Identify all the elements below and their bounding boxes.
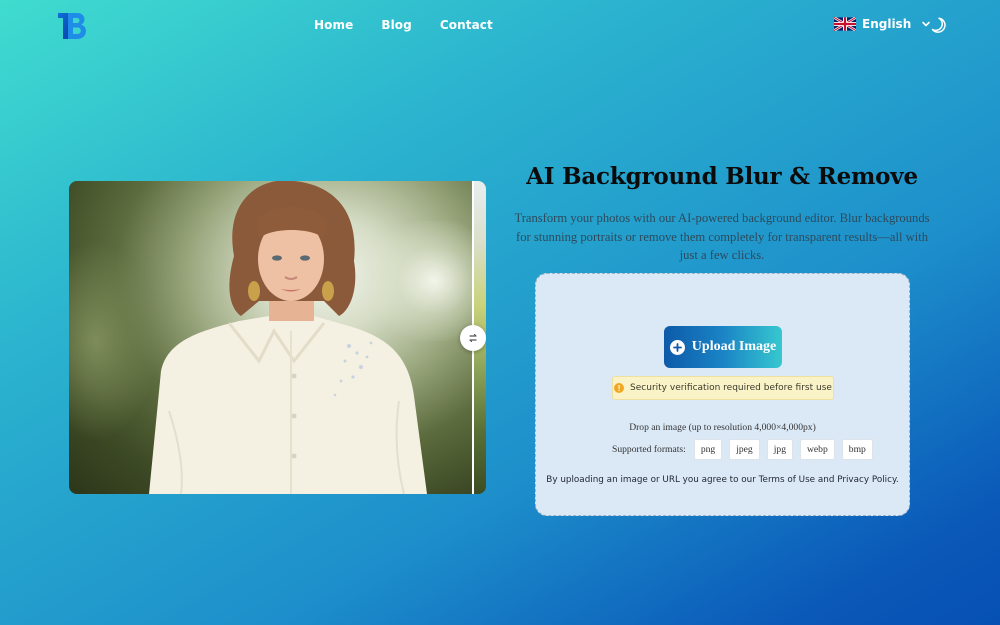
nav-home-link[interactable]: Home xyxy=(314,18,353,32)
language-label: English xyxy=(862,17,912,31)
moon-icon[interactable] xyxy=(929,16,947,34)
security-notice-text: Security verification required before fi… xyxy=(630,383,832,393)
format-badge-jpeg: jpeg xyxy=(729,439,760,460)
upload-dropzone[interactable]: Upload Image ! Security verification req… xyxy=(535,273,910,516)
formats-label: Supported formats: xyxy=(612,444,686,455)
terms-agreement: By uploading an image or URL you agree t… xyxy=(546,475,899,485)
swap-arrows-icon xyxy=(469,333,477,343)
upload-image-button[interactable]: Upload Image xyxy=(664,326,782,368)
logo-icon[interactable] xyxy=(56,10,88,42)
format-badge-bmp: bmp xyxy=(841,439,873,460)
drop-hint: Drop an image (up to resolution 4,000×4,… xyxy=(629,422,816,433)
page-title: AI Background Blur & Remove xyxy=(526,163,918,190)
hero-description: Transform your photos with our AI-powere… xyxy=(514,211,930,262)
warning-icon: ! xyxy=(614,383,625,393)
before-after-slider[interactable] xyxy=(69,181,486,494)
nav-contact-link[interactable]: Contact xyxy=(440,18,493,32)
supported-formats: Supported formats: png jpeg jpg webp bmp xyxy=(612,439,873,460)
plus-circle-icon xyxy=(669,339,685,355)
slider-handle[interactable] xyxy=(460,325,486,351)
format-badge-jpg: jpg xyxy=(766,439,793,460)
nav-blog-link[interactable]: Blog xyxy=(381,18,412,32)
security-notice: ! Security verification required before … xyxy=(612,376,834,400)
language-selector[interactable]: English xyxy=(834,17,931,31)
portrait-photo xyxy=(149,181,427,494)
main-nav: Home Blog Contact xyxy=(314,18,493,32)
format-badge-png: png xyxy=(693,439,723,460)
uk-flag-icon xyxy=(834,17,856,31)
upload-button-label: Upload Image xyxy=(691,339,777,354)
format-badge-webp: webp xyxy=(800,439,835,460)
